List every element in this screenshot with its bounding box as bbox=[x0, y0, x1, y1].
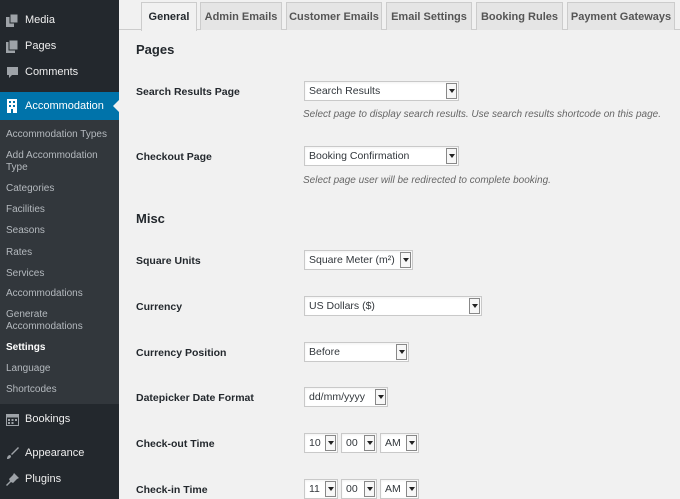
chevron-down-icon bbox=[469, 298, 480, 314]
chevron-down-icon bbox=[406, 435, 417, 451]
checkout-ampm-select[interactable]: AM bbox=[380, 433, 419, 453]
date-format-label: Datepicker Date Format bbox=[136, 392, 254, 404]
accommodation-submenu: Accommodation Types Add Accommodation Ty… bbox=[0, 120, 119, 404]
sidebar-item-accommodation[interactable]: Accommodation bbox=[0, 92, 119, 120]
sidebar-item-appearance[interactable]: Appearance bbox=[0, 440, 119, 466]
search-results-page-label: Search Results Page bbox=[136, 86, 240, 98]
submenu-item-categories[interactable]: Categories bbox=[6, 183, 116, 195]
square-units-label: Square Units bbox=[136, 255, 201, 267]
settings-tabs: General Admin Emails Customer Emails Ema… bbox=[119, 0, 680, 31]
tab-admin-emails[interactable]: Admin Emails bbox=[200, 2, 282, 30]
building-icon bbox=[5, 99, 19, 113]
sidebar-item-pages[interactable]: Pages bbox=[0, 33, 119, 59]
currency-position-label: Currency Position bbox=[136, 347, 227, 359]
checkout-hour-select[interactable]: 10 bbox=[304, 433, 338, 453]
chevron-down-icon bbox=[325, 481, 336, 497]
search-results-page-select[interactable]: Search Results bbox=[304, 81, 459, 101]
select-value: 10 bbox=[309, 437, 321, 449]
sidebar-item-label: Media bbox=[25, 14, 55, 26]
chevron-down-icon bbox=[446, 83, 457, 99]
submenu-item-services[interactable]: Services bbox=[6, 268, 116, 280]
select-value: AM bbox=[385, 437, 401, 449]
submenu-item-settings[interactable]: Settings bbox=[6, 342, 116, 354]
search-results-page-description: Select page to display search results. U… bbox=[303, 109, 661, 120]
checkout-page-label: Checkout Page bbox=[136, 151, 212, 163]
active-indicator bbox=[113, 100, 119, 112]
comments-icon bbox=[5, 65, 19, 79]
chevron-down-icon bbox=[446, 148, 457, 164]
sidebar-item-media[interactable]: Media bbox=[0, 7, 119, 33]
checkin-minute-select[interactable]: 00 bbox=[341, 479, 377, 499]
sidebar-item-plugins[interactable]: Plugins bbox=[0, 466, 119, 492]
select-value: dd/mm/yyyy bbox=[309, 391, 366, 403]
chevron-down-icon bbox=[364, 481, 375, 497]
checkin-hour-select[interactable]: 11 bbox=[304, 479, 338, 499]
sidebar-item-label: Plugins bbox=[25, 473, 62, 485]
submenu-item-seasons[interactable]: Seasons bbox=[6, 225, 116, 237]
tab-email-settings[interactable]: Email Settings bbox=[386, 2, 472, 30]
currency-select[interactable]: US Dollars ($) bbox=[304, 296, 482, 316]
sidebar-item-label: Comments bbox=[25, 66, 79, 78]
chevron-down-icon bbox=[400, 252, 411, 268]
admin-sidebar: Media Pages Comments Accommodation Accom… bbox=[0, 0, 119, 499]
section-title-misc: Misc bbox=[136, 211, 165, 226]
tab-customer-emails[interactable]: Customer Emails bbox=[286, 2, 382, 30]
chevron-down-icon bbox=[396, 344, 407, 360]
chevron-down-icon bbox=[406, 481, 417, 497]
submenu-item-facilities[interactable]: Facilities bbox=[6, 204, 116, 216]
select-value: Square Meter (m²) bbox=[309, 254, 395, 266]
sidebar-item-comments[interactable]: Comments bbox=[0, 59, 119, 85]
submenu-item-generate-accommodations[interactable]: Generate Accommodations bbox=[6, 309, 96, 333]
select-value: AM bbox=[385, 483, 401, 495]
sidebar-item-label: Pages bbox=[25, 40, 57, 52]
checkout-time-label: Check-out Time bbox=[136, 438, 215, 450]
section-title-pages: Pages bbox=[136, 42, 175, 57]
date-format-select[interactable]: dd/mm/yyyy bbox=[304, 387, 388, 407]
select-value: Booking Confirmation bbox=[309, 150, 410, 162]
submenu-item-accommodations[interactable]: Accommodations bbox=[6, 288, 116, 300]
checkout-minute-select[interactable]: 00 bbox=[341, 433, 377, 453]
submenu-item-rates[interactable]: Rates bbox=[6, 247, 116, 259]
tab-payment-gateways[interactable]: Payment Gateways bbox=[567, 2, 675, 30]
select-value: 00 bbox=[346, 437, 358, 449]
chevron-down-icon bbox=[364, 435, 375, 451]
checkin-ampm-select[interactable]: AM bbox=[380, 479, 419, 499]
currency-position-select[interactable]: Before bbox=[304, 342, 409, 362]
currency-label: Currency bbox=[136, 301, 183, 313]
sidebar-item-label: Accommodation bbox=[25, 100, 104, 112]
submenu-item-language[interactable]: Language bbox=[6, 363, 116, 375]
select-value: 00 bbox=[346, 483, 358, 495]
submenu-item-add-accommodation-type[interactable]: Add Accommodation Type bbox=[6, 150, 116, 174]
sidebar-item-label: Bookings bbox=[25, 413, 71, 425]
sidebar-item-bookings[interactable]: Bookings bbox=[0, 406, 119, 432]
select-value: Search Results bbox=[309, 85, 381, 97]
tab-general[interactable]: General bbox=[141, 2, 197, 31]
checkout-page-description: Select page user will be redirected to c… bbox=[303, 175, 551, 186]
submenu-item-shortcodes[interactable]: Shortcodes bbox=[6, 384, 116, 396]
chevron-down-icon bbox=[375, 389, 386, 405]
checkout-page-select[interactable]: Booking Confirmation bbox=[304, 146, 459, 166]
submenu-item-accommodation-types[interactable]: Accommodation Types bbox=[6, 129, 116, 141]
sidebar-item-label: Appearance bbox=[25, 447, 85, 459]
media-icon bbox=[5, 13, 19, 27]
checkin-time-label: Check-in Time bbox=[136, 484, 208, 496]
tab-booking-rules[interactable]: Booking Rules bbox=[476, 2, 563, 30]
plug-icon bbox=[5, 472, 19, 486]
select-value: 11 bbox=[309, 483, 320, 495]
paintbrush-icon bbox=[5, 446, 19, 460]
chevron-down-icon bbox=[325, 435, 336, 451]
select-value: Before bbox=[309, 346, 340, 358]
square-units-select[interactable]: Square Meter (m²) bbox=[304, 250, 413, 270]
calendar-icon bbox=[5, 412, 19, 426]
pages-icon bbox=[5, 39, 19, 53]
select-value: US Dollars ($) bbox=[309, 300, 375, 312]
